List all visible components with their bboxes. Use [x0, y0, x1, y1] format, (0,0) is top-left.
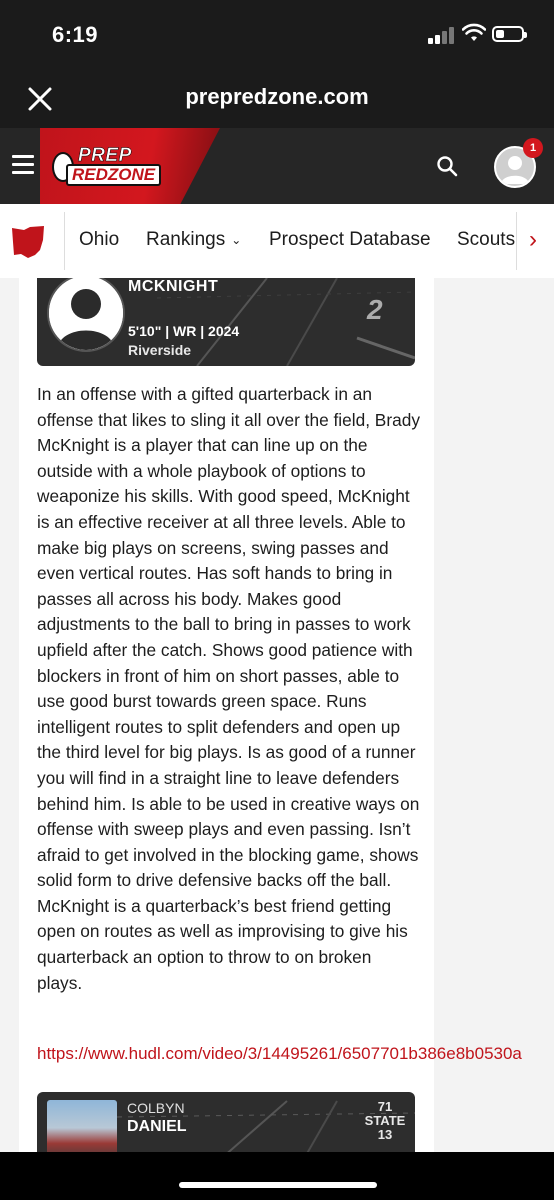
- next-player-banner[interactable]: COLBYN DANIEL 71 STATE 13: [37, 1092, 415, 1152]
- player-school: Riverside: [128, 342, 192, 358]
- home-indicator-area: [0, 1152, 554, 1200]
- status-time: 6:19: [52, 22, 99, 47]
- nav-item-scouts[interactable]: Scouts: [457, 229, 515, 251]
- site-header: PREP REDZONE: [0, 128, 554, 204]
- battery-icon: [492, 26, 527, 42]
- nav-item-ohio[interactable]: Ohio: [79, 229, 119, 251]
- url-display[interactable]: prepredzone.com: [0, 84, 554, 110]
- hudl-video-link[interactable]: https://www.hudl.com/video/3/14495261/65…: [37, 1044, 554, 1064]
- wifi-icon: [462, 23, 486, 41]
- score-label: STATE: [364, 1113, 406, 1128]
- next-player-first-name: COLBYN: [127, 1100, 185, 1116]
- ohio-state-icon[interactable]: [10, 224, 46, 260]
- site-logo[interactable]: PREP REDZONE: [52, 145, 162, 186]
- person-silhouette-icon: [49, 278, 123, 350]
- jersey-number: 2: [367, 294, 383, 325]
- article-body: In an offense with a gifted quarterback …: [37, 384, 420, 993]
- logo-text-redzone: REDZONE: [66, 164, 162, 186]
- section-nav: Ohio Rankings ⌄ Prospect Database Scouts …: [0, 204, 554, 279]
- next-player-last-name: DANIEL: [127, 1118, 187, 1135]
- player-meta: 5'10" | WR | 2024: [128, 323, 240, 339]
- browser-toolbar: prepredzone.com: [0, 70, 554, 128]
- article-area: MCKNIGHT 5'10" | WR | 2024 Riverside 2 I…: [0, 278, 554, 1152]
- article-card: MCKNIGHT 5'10" | WR | 2024 Riverside 2 I…: [19, 278, 522, 1152]
- score-top: 71: [377, 1099, 393, 1114]
- notification-badge: 1: [523, 138, 543, 158]
- nav-item-prospect-database[interactable]: Prospect Database: [269, 229, 431, 251]
- nav-divider: [64, 212, 65, 270]
- menu-icon[interactable]: [12, 155, 34, 175]
- search-icon[interactable]: [436, 155, 458, 177]
- player-name: MCKNIGHT: [128, 278, 219, 295]
- nav-item-rankings-label: Rankings: [146, 229, 226, 250]
- score-bottom: 13: [377, 1127, 393, 1142]
- nav-item-rankings[interactable]: Rankings ⌄: [146, 229, 241, 251]
- scoreboard-graphic: 71 STATE 13: [359, 1100, 411, 1142]
- player-photo: [47, 1100, 117, 1152]
- nav-divider: [516, 212, 517, 270]
- cellular-signal-icon: [428, 26, 456, 44]
- status-bar: 6:19: [0, 0, 554, 70]
- player-banner[interactable]: MCKNIGHT 5'10" | WR | 2024 Riverside 2: [37, 278, 415, 366]
- chevron-down-icon: ⌄: [231, 232, 242, 247]
- chevron-right-icon[interactable]: ›: [518, 226, 548, 256]
- home-indicator[interactable]: [179, 1182, 377, 1188]
